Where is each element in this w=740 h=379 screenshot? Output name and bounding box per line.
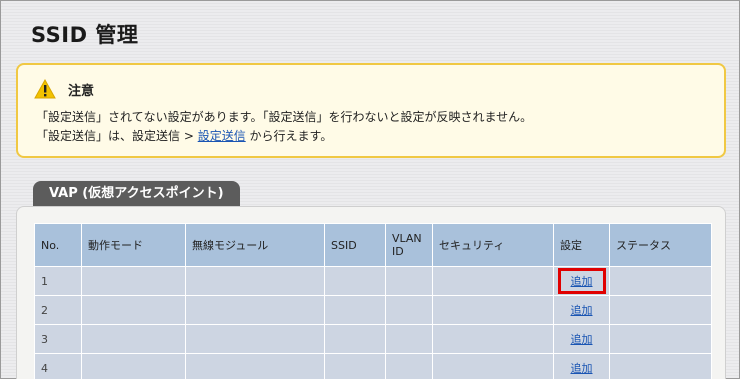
add-link-row-4[interactable]: 追加	[571, 362, 593, 375]
cell-status	[609, 295, 712, 325]
notice-message: 「設定送信」されてない設定があります。「設定送信」を行わないと設定が反映されませ…	[36, 110, 533, 124]
add-link-row-3[interactable]: 追加	[571, 333, 593, 346]
notice-instruction-prefix: 「設定送信」は、設定送信 >	[36, 129, 198, 143]
cell-setting: 追加	[553, 266, 610, 296]
table-row: 4 追加	[34, 353, 712, 379]
table-header-row: No. 動作モード 無線モジュール SSID VLAN ID セキュリティ 設定…	[34, 223, 712, 267]
add-link-row-1[interactable]: 追加	[571, 275, 593, 288]
cell-security	[432, 324, 554, 354]
vap-table: No. 動作モード 無線モジュール SSID VLAN ID セキュリティ 設定…	[34, 223, 712, 379]
column-header-no: No.	[34, 223, 82, 267]
table-row: 3 追加	[34, 324, 712, 354]
cell-mode	[81, 295, 186, 325]
cell-module	[185, 266, 325, 296]
cell-ssid	[324, 324, 386, 354]
notice-title: 注意	[68, 83, 95, 99]
vap-section-tab: VAP (仮想アクセスポイント)	[33, 181, 240, 206]
cell-no: 1	[34, 266, 82, 296]
cell-vlan	[385, 324, 433, 354]
cell-no: 3	[34, 324, 82, 354]
table-row: 1 追加	[34, 266, 712, 296]
notice-header: 注意	[34, 78, 95, 99]
cell-no: 2	[34, 295, 82, 325]
cell-setting: 追加	[553, 353, 610, 379]
highlight-box: 追加	[557, 268, 606, 294]
column-header-status: ステータス	[609, 223, 712, 267]
column-header-ssid: SSID	[324, 223, 386, 267]
cell-no: 4	[34, 353, 82, 379]
page-title: SSID 管理	[31, 23, 139, 47]
column-header-mode: 動作モード	[81, 223, 186, 267]
cell-vlan	[385, 353, 433, 379]
column-header-setting: 設定	[553, 223, 610, 267]
warning-triangle-icon	[34, 78, 56, 99]
cell-vlan	[385, 295, 433, 325]
column-header-security: セキュリティ	[432, 223, 554, 267]
cell-ssid	[324, 266, 386, 296]
column-header-vlan-id: VLAN ID	[385, 223, 433, 267]
column-header-module: 無線モジュール	[185, 223, 325, 267]
cell-security	[432, 266, 554, 296]
cell-setting: 追加	[553, 324, 610, 354]
cell-status	[609, 353, 712, 379]
cell-ssid	[324, 353, 386, 379]
cell-ssid	[324, 295, 386, 325]
cell-security	[432, 353, 554, 379]
cell-setting: 追加	[553, 295, 610, 325]
send-settings-link[interactable]: 設定送信	[198, 129, 246, 143]
cell-module	[185, 295, 325, 325]
cell-mode	[81, 324, 186, 354]
table-row: 2 追加	[34, 295, 712, 325]
vap-panel: No. 動作モード 無線モジュール SSID VLAN ID セキュリティ 設定…	[16, 206, 726, 379]
notice-instruction: 「設定送信」は、設定送信 > 設定送信 から行えます。	[36, 127, 332, 144]
cell-module	[185, 353, 325, 379]
add-link-row-2[interactable]: 追加	[571, 304, 593, 317]
cell-module	[185, 324, 325, 354]
notice-box: 注意 「設定送信」されてない設定があります。「設定送信」を行わないと設定が反映さ…	[16, 63, 726, 158]
notice-instruction-suffix: から行えます。	[245, 129, 333, 143]
cell-vlan	[385, 266, 433, 296]
cell-security	[432, 295, 554, 325]
cell-status	[609, 324, 712, 354]
cell-mode	[81, 353, 186, 379]
cell-mode	[81, 266, 186, 296]
cell-status	[609, 266, 712, 296]
